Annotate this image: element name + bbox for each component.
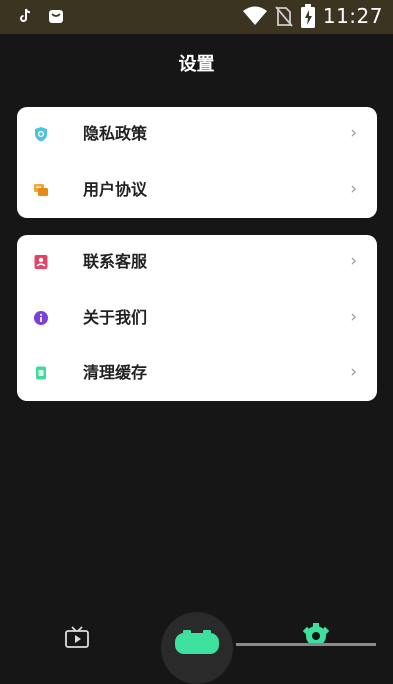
bottom-tab-bar <box>0 600 393 684</box>
status-bar: 11:27 <box>0 0 393 34</box>
info-icon <box>34 311 48 325</box>
menu-item-label: 关于我们 <box>83 308 148 327</box>
menu-item-label: 清理缓存 <box>83 363 148 382</box>
settings-group-legal: 隐私政策 › 用户协议 › <box>17 107 377 218</box>
chevron-right-icon: › <box>350 123 357 143</box>
menu-item-label: 用户协议 <box>83 180 148 199</box>
menu-item-privacy-policy[interactable]: 隐私政策 › <box>17 107 377 162</box>
gear-icon <box>302 623 330 646</box>
menu-item-user-agreement[interactable]: 用户协议 › <box>17 163 377 218</box>
menu-item-label: 隐私政策 <box>83 124 148 143</box>
chevron-right-icon: › <box>350 179 357 199</box>
shield-icon <box>35 127 47 142</box>
wifi-icon <box>242 6 267 25</box>
chevron-right-icon: › <box>350 307 357 327</box>
page-title: 设置 <box>178 54 215 75</box>
chat-bubble-icon <box>34 184 48 196</box>
notification-bag-icon <box>49 10 63 23</box>
menu-item-contact-support[interactable]: 联系客服 › <box>17 235 377 290</box>
game-controller-icon <box>175 630 219 654</box>
menu-item-label: 联系客服 <box>83 252 148 271</box>
menu-item-about-us[interactable]: 关于我们 › <box>17 291 377 346</box>
no-sim-icon <box>275 6 293 27</box>
contact-card-icon <box>34 255 48 269</box>
tab-tv[interactable] <box>64 626 90 652</box>
chevron-right-icon: › <box>350 251 357 271</box>
menu-item-clear-cache[interactable]: 清理缓存 › <box>17 346 377 401</box>
clean-cache-icon <box>36 366 46 380</box>
settings-group-support: 联系客服 › 关于我们 › 清理缓存 › <box>17 235 377 401</box>
clock-time: 11:27 <box>322 4 383 28</box>
tiktok-icon <box>20 8 31 22</box>
chevron-right-icon: › <box>350 362 357 382</box>
battery-charging-icon <box>300 4 315 28</box>
tab-game[interactable] <box>161 612 233 684</box>
